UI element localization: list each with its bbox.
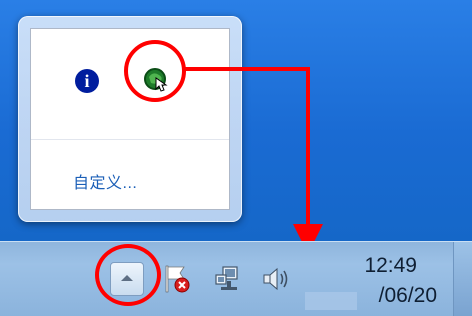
arrow-line-vertical	[306, 67, 310, 237]
clock-date-obscured	[305, 292, 357, 310]
info-icon[interactable]: i	[75, 69, 99, 93]
clock-time: 12:49	[364, 254, 417, 277]
network-icon[interactable]	[213, 263, 243, 295]
show-desktop-button[interactable]	[453, 242, 472, 316]
taskbar: 12:49 /06/20	[0, 241, 472, 316]
customize-link[interactable]: 自定义...	[73, 169, 137, 193]
flyout-divider	[31, 139, 229, 140]
action-center-flag-icon[interactable]	[162, 263, 192, 295]
notification-area-flyout: i 自定义...	[18, 16, 242, 222]
highlight-circle-tray-arrow	[95, 244, 161, 306]
volume-icon[interactable]	[262, 264, 294, 294]
highlight-circle-app-icon	[124, 40, 186, 102]
clock-date: /06/20	[378, 284, 437, 307]
system-clock[interactable]: 12:49 /06/20	[305, 250, 445, 310]
arrow-line-horizontal	[184, 67, 310, 71]
